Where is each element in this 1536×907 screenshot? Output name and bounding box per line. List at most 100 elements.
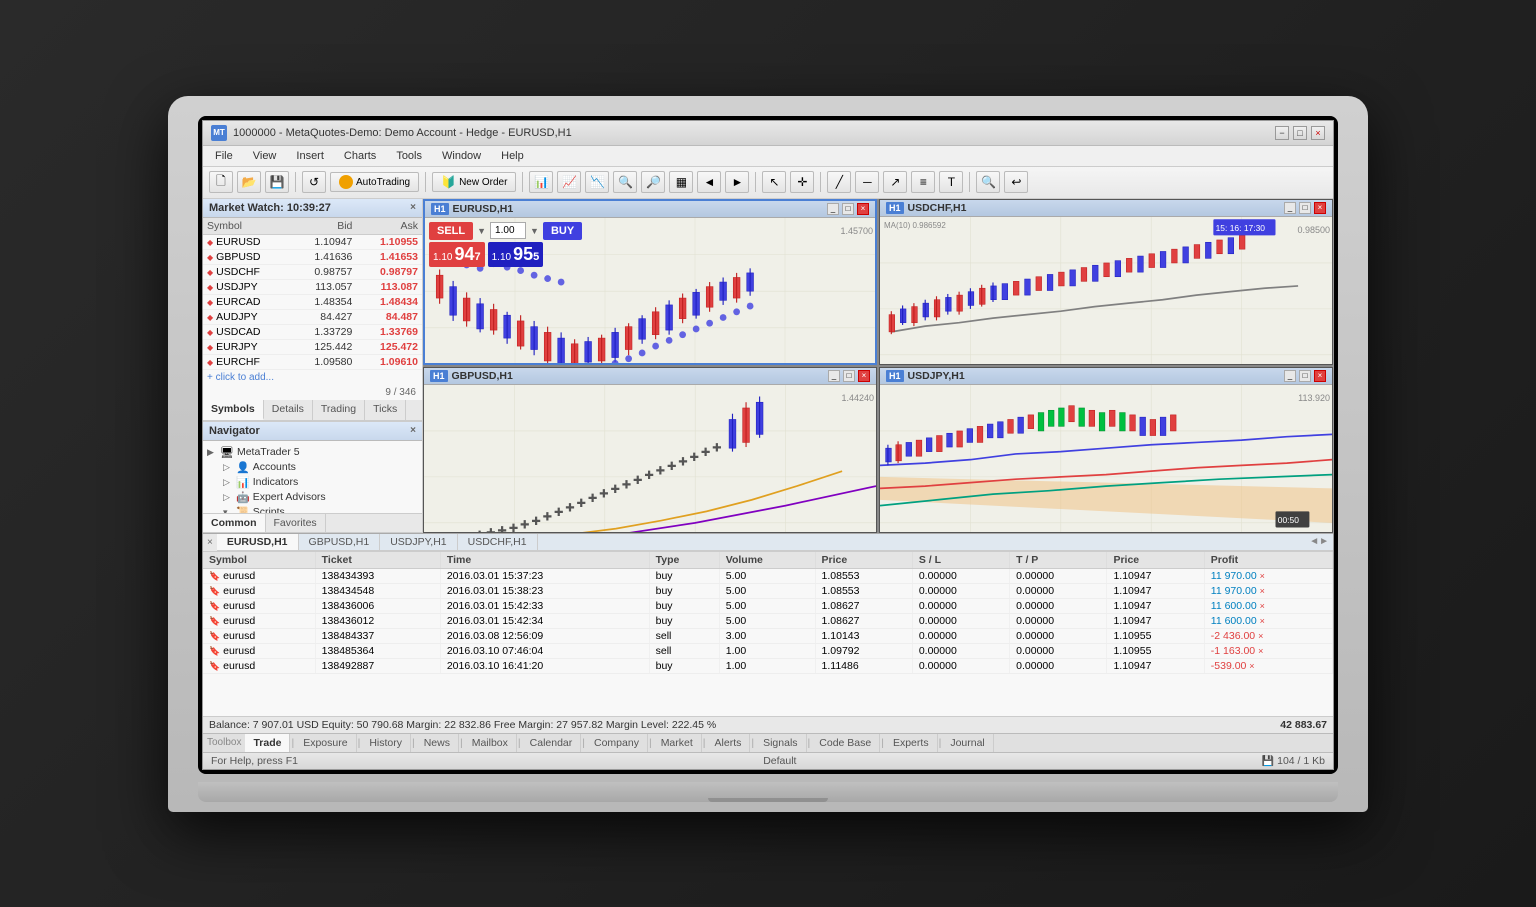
- lot-input[interactable]: [490, 222, 526, 239]
- menu-window[interactable]: Window: [438, 148, 485, 164]
- chart-tab-left-arrow[interactable]: ◄: [1309, 536, 1319, 547]
- toolbox-tab-calendar[interactable]: Calendar: [522, 734, 582, 752]
- market-row[interactable]: ◆GBPUSD 1.41636 1.41653: [203, 249, 422, 264]
- market-row[interactable]: ◆EURCAD 1.48354 1.48434: [203, 294, 422, 309]
- toolbox-tab-market[interactable]: Market: [653, 734, 702, 752]
- toolbar-zoom-out-icon[interactable]: 🔎: [641, 171, 665, 193]
- toolbox-tab-alerts[interactable]: Alerts: [707, 734, 751, 752]
- market-row[interactable]: ◆EURJPY 125.442 125.472: [203, 339, 422, 354]
- tab-trading[interactable]: Trading: [313, 400, 365, 420]
- toolbar-back-icon[interactable]: ↩: [1004, 171, 1028, 193]
- menu-insert[interactable]: Insert: [292, 148, 328, 164]
- toolbox-tab-journal[interactable]: Journal: [942, 734, 993, 752]
- chart-tab-usdjpy[interactable]: USDJPY,H1: [380, 534, 457, 550]
- market-row[interactable]: ◆USDCHF 0.98757 0.98797: [203, 264, 422, 279]
- toolbar-chart2-icon[interactable]: 📈: [557, 171, 581, 193]
- chart-usdjpy-minimize[interactable]: _: [1284, 370, 1296, 382]
- chart-tab-right-arrow[interactable]: ►: [1319, 536, 1329, 547]
- table-row[interactable]: 🔖 eurusd 138434548 2016.03.01 15:38:23 b…: [203, 583, 1333, 598]
- toolbar-trend-icon[interactable]: ↗: [883, 171, 907, 193]
- minimize-button[interactable]: −: [1275, 126, 1289, 140]
- maximize-button[interactable]: □: [1293, 126, 1307, 140]
- menu-view[interactable]: View: [249, 148, 281, 164]
- toolbar-save-icon[interactable]: 💾: [265, 171, 289, 193]
- market-row[interactable]: ◆EURUSD 1.10947 1.10955: [203, 234, 422, 249]
- toolbox-tab-history[interactable]: History: [361, 734, 411, 752]
- market-row[interactable]: ◆EURCHF 1.09580 1.09610: [203, 354, 422, 369]
- table-row[interactable]: 🔖 eurusd 138434393 2016.03.01 15:37:23 b…: [203, 568, 1333, 583]
- toolbar-refresh-icon[interactable]: ↺: [302, 171, 326, 193]
- trade-close-btn[interactable]: ×: [1258, 631, 1263, 641]
- menu-file[interactable]: File: [211, 148, 237, 164]
- trade-close-btn[interactable]: ×: [1249, 661, 1254, 671]
- chart-usdjpy-close[interactable]: ×: [1314, 370, 1326, 382]
- chart-usdchf-maximize[interactable]: □: [1299, 202, 1311, 214]
- toolbar-zoom-in-icon[interactable]: 🔍: [613, 171, 637, 193]
- tree-indicators[interactable]: ▷ 📊 Indicators: [223, 475, 418, 490]
- market-row[interactable]: ◆USDCAD 1.33729 1.33769: [203, 324, 422, 339]
- table-row[interactable]: 🔖 eurusd 138436012 2016.03.01 15:42:34 b…: [203, 613, 1333, 628]
- market-row[interactable]: ◆USDJPY 113.057 113.087: [203, 279, 422, 294]
- toolbox-tab-trade[interactable]: Trade: [245, 734, 290, 752]
- table-row[interactable]: 🔖 eurusd 138484337 2016.03.08 12:56:09 s…: [203, 628, 1333, 643]
- toolbar-cross-icon[interactable]: ✛: [790, 171, 814, 193]
- add-symbol[interactable]: + click to add...: [203, 370, 422, 385]
- toolbox-tab-exposure[interactable]: Exposure: [295, 734, 356, 752]
- chart-tab-usdchf[interactable]: USDCHF,H1: [458, 534, 538, 550]
- table-row[interactable]: 🔖 eurusd 138436006 2016.03.01 15:42:33 b…: [203, 598, 1333, 613]
- chart-tab-eurusd[interactable]: EURUSD,H1: [217, 534, 299, 550]
- chart-eurusd-minimize[interactable]: _: [827, 203, 839, 215]
- toolbar-cursor-icon[interactable]: ↖: [762, 171, 786, 193]
- toolbar-search-icon[interactable]: 🔍: [976, 171, 1000, 193]
- chart-gbpusd-close[interactable]: ×: [858, 370, 870, 382]
- table-row[interactable]: 🔖 eurusd 138492887 2016.03.10 16:41:20 b…: [203, 658, 1333, 673]
- toolbox-tab-news[interactable]: News: [416, 734, 459, 752]
- tab-symbols[interactable]: Symbols: [203, 400, 264, 420]
- menu-help[interactable]: Help: [497, 148, 528, 164]
- toolbox-tab-experts[interactable]: Experts: [885, 734, 938, 752]
- trade-close-btn[interactable]: ×: [1258, 646, 1263, 656]
- toolbar-hline-icon[interactable]: ─: [855, 171, 879, 193]
- chart-usdjpy-maximize[interactable]: □: [1299, 370, 1311, 382]
- new-order-button[interactable]: 🔰 New Order: [432, 172, 516, 192]
- toolbox-tab-mailbox[interactable]: Mailbox: [464, 734, 517, 752]
- toolbox-tab-codebase[interactable]: Code Base: [811, 734, 880, 752]
- tree-root[interactable]: ▶ 🖥 MetaTrader 5: [207, 445, 418, 460]
- toolbar-fib-icon[interactable]: ≡: [911, 171, 935, 193]
- market-watch-close[interactable]: ×: [410, 202, 416, 213]
- toolbar-chart3-icon[interactable]: 📉: [585, 171, 609, 193]
- trade-close-btn[interactable]: ×: [1260, 601, 1265, 611]
- close-button[interactable]: ×: [1311, 126, 1325, 140]
- toolbar-line-icon[interactable]: ╱: [827, 171, 851, 193]
- toolbar-new-icon[interactable]: 🗋: [209, 171, 233, 193]
- toolbar-open-icon[interactable]: 📂: [237, 171, 261, 193]
- trade-close-btn[interactable]: ×: [1260, 586, 1265, 596]
- trade-close-btn[interactable]: ×: [1260, 616, 1265, 626]
- toolbox-tab-signals[interactable]: Signals: [755, 734, 806, 752]
- tab-common[interactable]: Common: [203, 514, 266, 532]
- buy-button[interactable]: BUY: [543, 222, 582, 240]
- market-row[interactable]: ◆AUDJPY 84.427 84.487: [203, 309, 422, 324]
- tree-ea[interactable]: ▷ 🤖 Expert Advisors: [223, 490, 418, 505]
- toolbox-tab-company[interactable]: Company: [586, 734, 648, 752]
- chart-eurusd-maximize[interactable]: □: [842, 203, 854, 215]
- toolbar-grid-icon[interactable]: ▦: [669, 171, 693, 193]
- tree-scripts[interactable]: ▾ 📜 Scripts: [223, 505, 418, 513]
- chart-tab-gbpusd[interactable]: GBPUSD,H1: [299, 534, 381, 550]
- chart-usdchf-minimize[interactable]: _: [1284, 202, 1296, 214]
- chart-gbpusd-maximize[interactable]: □: [843, 370, 855, 382]
- trade-close-btn[interactable]: ×: [1260, 571, 1265, 581]
- toolbar-text-icon[interactable]: T: [939, 171, 963, 193]
- autotrading-button[interactable]: AutoTrading: [330, 172, 419, 192]
- table-row[interactable]: 🔖 eurusd 138485364 2016.03.10 07:46:04 s…: [203, 643, 1333, 658]
- chart-eurusd-close[interactable]: ×: [857, 203, 869, 215]
- navigator-close[interactable]: ×: [410, 425, 416, 436]
- chart-usdchf-close[interactable]: ×: [1314, 202, 1326, 214]
- tab-favorites[interactable]: Favorites: [266, 514, 326, 532]
- bottom-close[interactable]: ×: [203, 535, 217, 550]
- toolbar-left-icon[interactable]: ◄: [697, 171, 721, 193]
- tree-accounts[interactable]: ▷ 👤 Accounts: [223, 460, 418, 475]
- sell-button[interactable]: SELL: [429, 222, 473, 240]
- toolbar-right-icon[interactable]: ►: [725, 171, 749, 193]
- tab-details[interactable]: Details: [264, 400, 313, 420]
